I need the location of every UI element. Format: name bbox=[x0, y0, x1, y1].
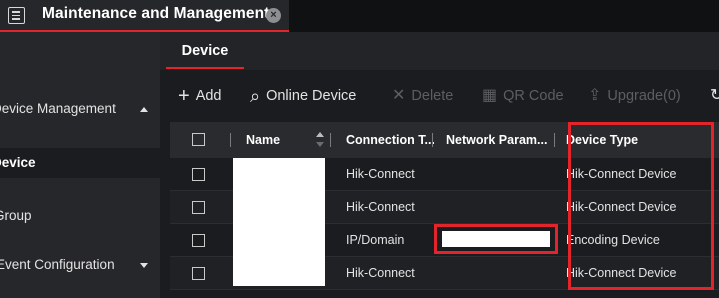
active-tab-indicator bbox=[166, 67, 244, 69]
window-titlebar: Maintenance and Management × bbox=[0, 0, 719, 32]
delete-label: Delete bbox=[411, 88, 454, 104]
toolbar: + Add ⌕ Online Device ✕ Delete ▦ QR Code ⇪ Up… bbox=[160, 82, 719, 110]
column-divider bbox=[432, 133, 433, 147]
chevron-down-icon bbox=[140, 263, 148, 268]
close-icon: ✕ bbox=[392, 87, 406, 104]
cell-connection-type: IP/Domain bbox=[346, 233, 405, 247]
plus-icon: + bbox=[178, 85, 190, 107]
sort-icon[interactable] bbox=[315, 131, 325, 149]
upgrade-label: Upgrade(0) bbox=[607, 88, 681, 104]
row-checkbox[interactable] bbox=[192, 168, 205, 181]
cell-connection-type: Hik-Connect bbox=[346, 266, 415, 280]
sidebar-item-label: Group bbox=[0, 208, 32, 223]
chevron-up-icon bbox=[140, 107, 148, 112]
tab-device[interactable]: Device bbox=[166, 32, 244, 70]
column-divider bbox=[330, 133, 331, 147]
column-divider bbox=[554, 133, 555, 147]
sidebar: Device Management Device Group Event Con… bbox=[0, 32, 160, 298]
subtab-bar: Device bbox=[160, 32, 719, 70]
upload-icon: ⇪ bbox=[588, 87, 602, 104]
redacted-device-names bbox=[233, 158, 325, 286]
refresh-button[interactable]: ↻ bbox=[710, 82, 719, 110]
sidebar-item-device-management[interactable]: Device Management bbox=[0, 95, 160, 123]
online-device-label: Online Device bbox=[266, 88, 357, 104]
sidebar-item-group[interactable]: Group bbox=[0, 202, 160, 230]
close-tab-icon[interactable]: × bbox=[266, 8, 281, 23]
sidebar-item-label: Device Management bbox=[0, 101, 116, 116]
maintenance-icon bbox=[8, 7, 25, 24]
main-content: Device + Add ⌕ Online Device ✕ Delete ▦ QR C… bbox=[160, 32, 719, 298]
row-checkbox[interactable] bbox=[192, 267, 205, 280]
cell-connection-type: Hik-Connect bbox=[346, 167, 415, 181]
module-tab[interactable]: Maintenance and Management × bbox=[0, 0, 289, 32]
row-checkbox[interactable] bbox=[192, 234, 205, 247]
upgrade-button[interactable]: ⇪ Upgrade(0) bbox=[588, 82, 681, 110]
column-header-network-parameters[interactable]: Network Param... bbox=[446, 122, 547, 158]
refresh-icon: ↻ bbox=[710, 87, 719, 104]
qr-code-icon: ▦ bbox=[482, 87, 498, 104]
select-all-checkbox[interactable] bbox=[192, 133, 205, 146]
cell-connection-type: Hik-Connect bbox=[346, 200, 415, 214]
redacted-network-parameter bbox=[434, 224, 558, 254]
add-label: Add bbox=[195, 88, 222, 104]
column-header-connection-type[interactable]: Connection T... bbox=[346, 122, 435, 158]
qr-code-button[interactable]: ▦ QR Code bbox=[482, 82, 564, 110]
sidebar-item-label: Event Configuration bbox=[0, 257, 115, 272]
delete-button[interactable]: ✕ Delete bbox=[392, 82, 453, 110]
sidebar-item-label: Device bbox=[0, 155, 36, 170]
qr-code-label: QR Code bbox=[503, 88, 564, 104]
module-title: Maintenance and Management bbox=[42, 5, 270, 22]
sidebar-item-event-configuration[interactable]: Event Configuration bbox=[0, 251, 160, 279]
column-divider bbox=[230, 133, 231, 147]
row-checkbox[interactable] bbox=[192, 201, 205, 214]
search-icon: ⌕ bbox=[250, 86, 261, 106]
add-button[interactable]: + Add bbox=[178, 82, 222, 110]
online-device-button[interactable]: ⌕ Online Device bbox=[250, 82, 356, 110]
device-type-highlight bbox=[568, 122, 714, 290]
sidebar-item-device[interactable]: Device bbox=[0, 148, 160, 178]
column-header-name[interactable]: Name bbox=[246, 122, 280, 158]
